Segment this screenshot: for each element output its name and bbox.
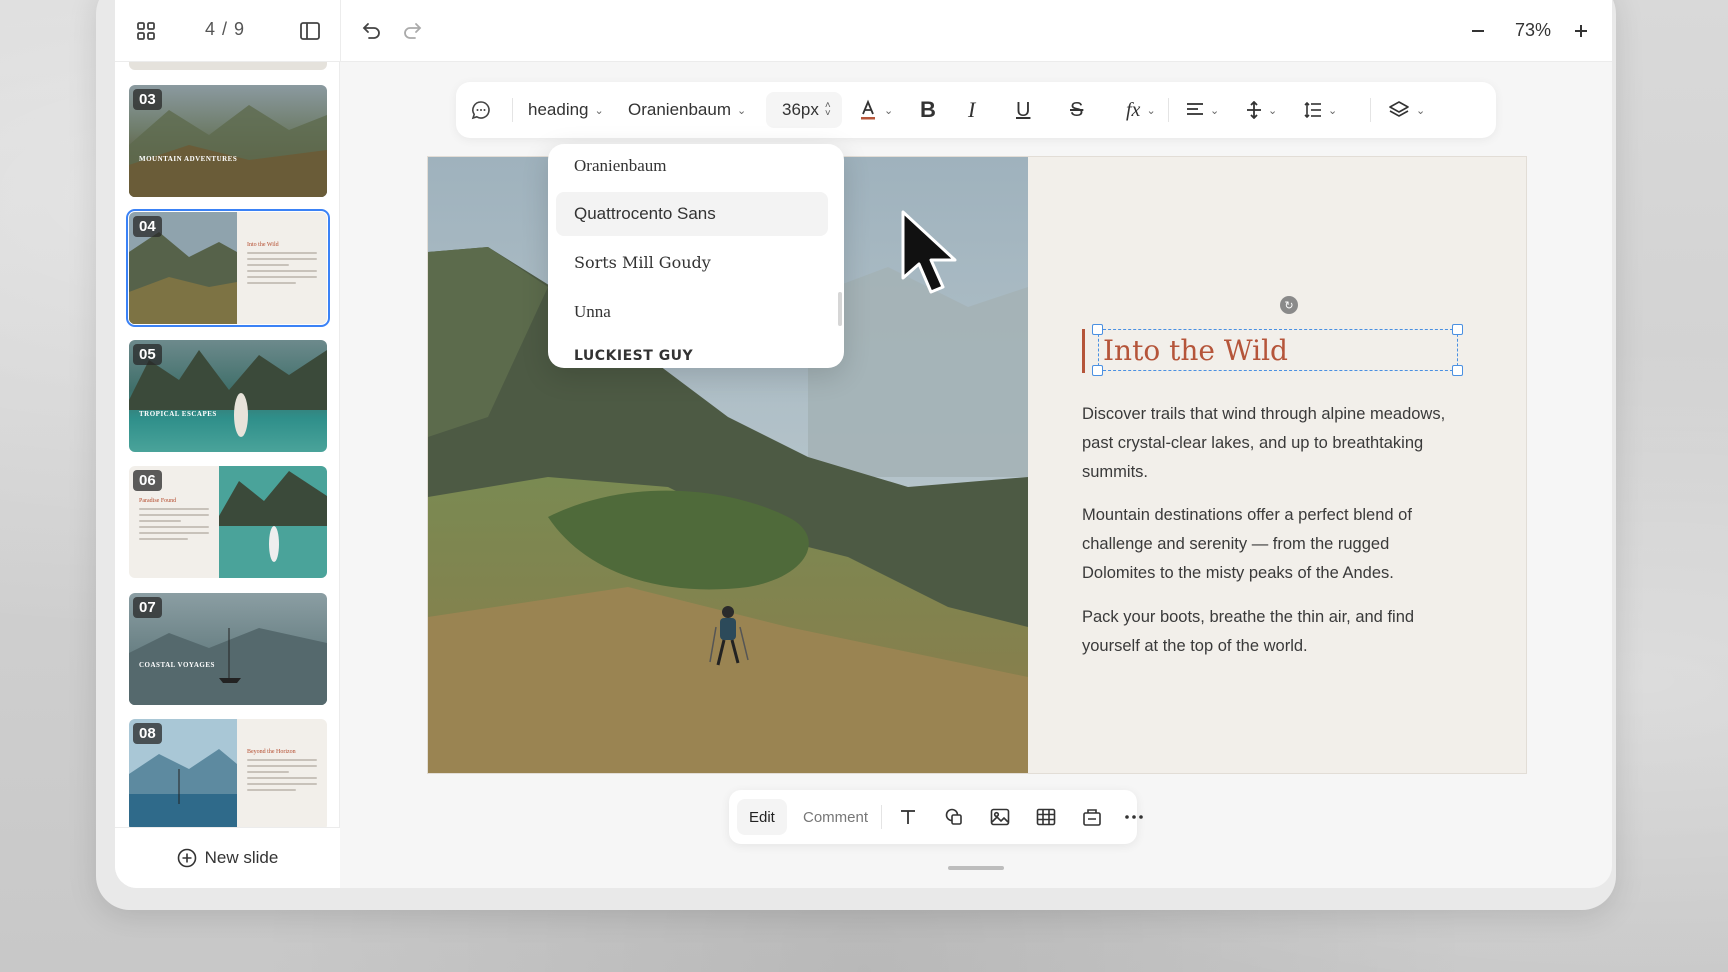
comment-mode-tab[interactable]: Comment: [791, 799, 880, 835]
chevron-down-icon: ⌄: [1328, 104, 1338, 117]
thumbnail-text-block: Into the Wild: [247, 242, 317, 288]
slide-sidebar: 03 MOUNTAIN ADVENTURES 04 Into the Wild …: [115, 62, 340, 888]
thumbnail-caption: Beyond the Horizon: [247, 749, 296, 755]
slide-number: 06: [133, 470, 162, 491]
font-family-select[interactable]: Oranienbaum ⌄: [628, 82, 746, 138]
chart-icon[interactable]: [1079, 804, 1105, 830]
chevron-down-icon: ⌄: [1210, 104, 1220, 117]
slide-paragraph-2[interactable]: Mountain destinations offer a perfect bl…: [1082, 501, 1462, 588]
text-color-icon: [861, 99, 875, 120]
font-size-value: 36px: [782, 100, 819, 119]
thumbnail-caption: Into the Wild: [247, 242, 279, 248]
font-option-oranienbaum[interactable]: Oranienbaum: [556, 144, 828, 188]
slide-thumbnail-03[interactable]: 03 MOUNTAIN ADVENTURES: [129, 85, 327, 197]
add-circle-icon: [177, 848, 196, 868]
comment-bubble-icon[interactable]: [470, 82, 492, 138]
slide-paragraph-1[interactable]: Discover trails that wind through alpine…: [1082, 400, 1462, 487]
strikethrough-icon[interactable]: S: [1070, 82, 1083, 138]
slide-title[interactable]: Into the Wild: [1103, 334, 1288, 367]
zoom-in-plus-icon[interactable]: [1568, 18, 1594, 44]
slide-paragraph-3[interactable]: Pack your boots, breathe the thin air, a…: [1082, 603, 1462, 661]
toolbar-divider: [881, 805, 882, 829]
edit-mode-tab[interactable]: Edit: [737, 799, 787, 835]
toolbar-divider: [512, 98, 513, 122]
slide-number: 07: [133, 597, 162, 618]
line-spacing-icon[interactable]: ⌄: [1304, 82, 1337, 138]
shapes-icon[interactable]: [941, 804, 967, 830]
text-icon[interactable]: [895, 804, 921, 830]
grid-icon[interactable]: [133, 18, 159, 44]
image-icon[interactable]: [987, 804, 1013, 830]
slide-number: 03: [133, 89, 162, 110]
thumbnail-caption: Paradise Found: [139, 498, 177, 504]
thumbnail-partial[interactable]: [129, 62, 327, 70]
slide-thumbnail-07[interactable]: 07 COASTAL VOYAGES: [129, 593, 327, 705]
stepper-arrows-icon[interactable]: ˄ ˅: [825, 101, 831, 119]
zoom-out-minus-icon[interactable]: [1465, 18, 1491, 44]
thumbnail-caption: TROPICAL ESCAPES: [139, 410, 217, 418]
chevron-down-icon: ⌄: [737, 104, 747, 117]
table-icon[interactable]: [1033, 804, 1059, 830]
more-icon[interactable]: [1121, 804, 1147, 830]
chevron-down-icon: ⌄: [884, 104, 894, 117]
redo-icon[interactable]: [400, 18, 426, 44]
bold-icon[interactable]: B: [920, 82, 936, 138]
slide-thumbnail-08[interactable]: 08 Beyond the Horizon: [129, 719, 327, 831]
title-textbox-selection[interactable]: Into the Wild: [1098, 329, 1458, 371]
dropdown-scrollbar[interactable]: [838, 292, 842, 326]
format-toolbar: heading ⌄ Oranienbaum ⌄ 36px ˄ ˅ ⌄ B I U …: [456, 82, 1496, 138]
rotate-handle-icon[interactable]: ↻: [1280, 296, 1298, 314]
font-option-luckiest-guy[interactable]: LUCKIEST GUY: [556, 334, 828, 368]
text-style-value: heading: [528, 100, 589, 119]
resize-handle-top-right[interactable]: [1452, 324, 1463, 335]
insert-toolbar: Edit Comment: [729, 790, 1143, 844]
underline-icon[interactable]: U: [1016, 82, 1030, 138]
font-family-value: Oranienbaum: [628, 100, 732, 119]
toolbar-divider: [1370, 98, 1371, 122]
slide-number: 05: [133, 344, 162, 365]
chevron-down-icon: ⌄: [594, 104, 604, 117]
undo-icon[interactable]: [358, 18, 384, 44]
resize-handle-bottom-right[interactable]: [1452, 365, 1463, 376]
title-accent-bar: [1082, 329, 1085, 373]
layers-icon[interactable]: ⌄: [1388, 82, 1425, 138]
font-option-quattrocento-sans[interactable]: Quattrocento Sans: [556, 192, 828, 236]
chevron-down-icon: ⌄: [1268, 104, 1278, 117]
presentation-app: 4 / 9 73% 03 MOUNTAIN ADVENTURES 04 Into…: [115, 0, 1612, 888]
font-option-sorts-mill-goudy[interactable]: Sorts Mill Goudy: [556, 240, 828, 284]
new-slide-button[interactable]: New slide: [115, 827, 340, 888]
page-counter: 4 / 9: [205, 19, 246, 39]
slide-number: 04: [133, 216, 162, 237]
formula-icon[interactable]: fx ⌄: [1126, 82, 1156, 138]
thumbnail-landscape: [219, 466, 327, 578]
text-color-button[interactable]: ⌄: [858, 82, 893, 138]
slide-thumbnail-05[interactable]: 05 TROPICAL ESCAPES: [129, 340, 327, 452]
top-bar: 4 / 9 73%: [115, 0, 1612, 62]
mouse-pointer-icon: [901, 210, 957, 294]
chevron-down-icon: ⌄: [1416, 104, 1426, 117]
slide-number: 08: [133, 723, 162, 744]
home-indicator[interactable]: [948, 866, 1004, 870]
thumbnail-caption: MOUNTAIN ADVENTURES: [139, 155, 238, 163]
slide-thumbnail-06[interactable]: 06 Paradise Found: [129, 466, 327, 578]
resize-handle-top-left[interactable]: [1092, 324, 1103, 335]
toolbar-divider: [1168, 98, 1169, 122]
thumbnail-text-block: Paradise Found: [139, 498, 209, 544]
text-style-select[interactable]: heading ⌄: [528, 82, 604, 138]
font-size-stepper[interactable]: 36px ˄ ˅: [766, 92, 842, 128]
font-family-dropdown: Oranienbaum Quattrocento Sans Sorts Mill…: [548, 144, 844, 368]
align-left-icon[interactable]: ⌄: [1186, 82, 1219, 138]
thumbnail-caption: COASTAL VOYAGES: [139, 661, 215, 669]
font-option-unna[interactable]: Unna: [556, 290, 828, 334]
vertical-align-icon[interactable]: ⌄: [1246, 82, 1277, 138]
slide-thumbnail-04[interactable]: 04 Into the Wild: [126, 209, 330, 327]
thumbnail-text-block: Beyond the Horizon: [247, 749, 317, 795]
italic-icon[interactable]: I: [968, 82, 975, 138]
sidebar-panel-icon[interactable]: [297, 18, 323, 44]
resize-handle-bottom-left[interactable]: [1092, 365, 1103, 376]
zoom-level[interactable]: 73%: [1515, 20, 1551, 41]
topbar-divider: [340, 0, 341, 62]
new-slide-label: New slide: [204, 848, 279, 867]
